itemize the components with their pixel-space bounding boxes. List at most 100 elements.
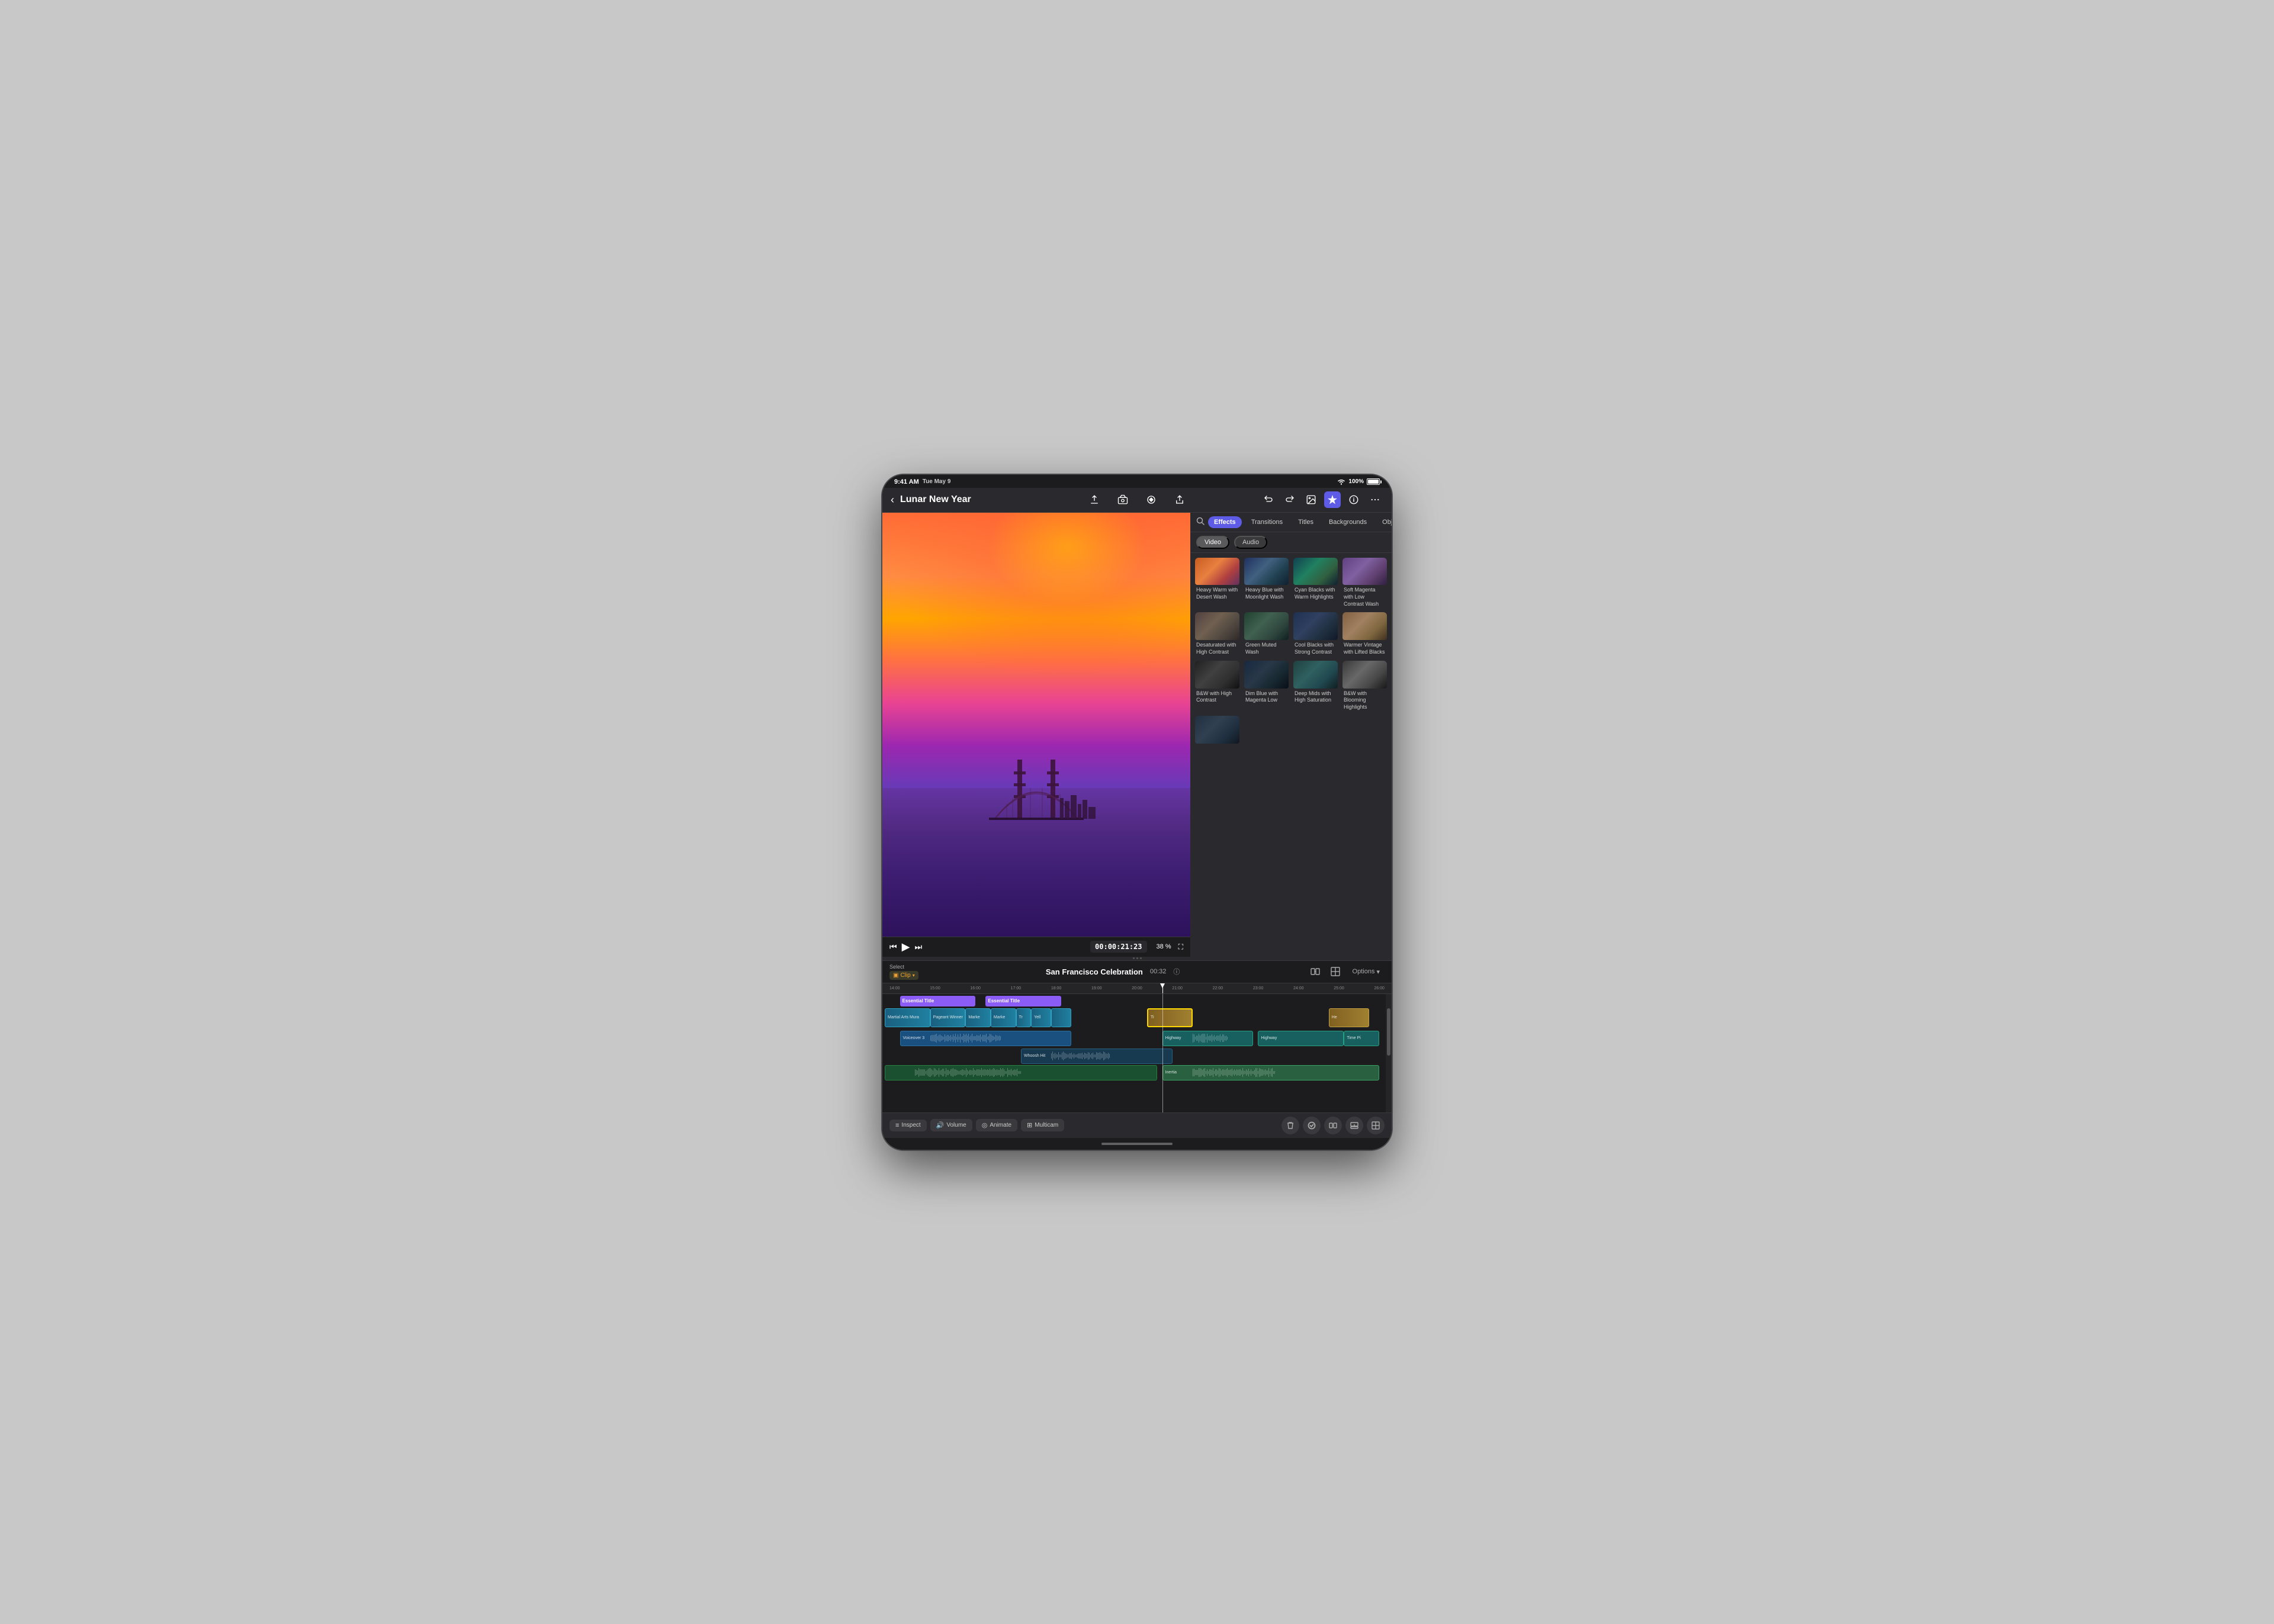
effect-item-5[interactable]: Green Muted Wash <box>1244 612 1289 655</box>
battery-fill <box>1368 480 1379 484</box>
voiceover-button[interactable] <box>1143 491 1160 508</box>
waveform-bar <box>942 1069 943 1077</box>
waveform-bar <box>935 1034 936 1043</box>
effect-thumb-12 <box>1195 716 1239 744</box>
effect-item-2[interactable]: Cyan Blacks with Warm Highlights <box>1293 558 1338 608</box>
home-indicator[interactable] <box>882 1138 1392 1150</box>
effect-thumb-9 <box>1244 661 1289 689</box>
subtab-video[interactable]: Video <box>1196 536 1229 549</box>
share-button[interactable] <box>1171 491 1188 508</box>
inspect-button[interactable]: ≡ Inspect <box>889 1120 927 1131</box>
title-track: Essential Title Essential Title <box>885 995 1389 1007</box>
waveform-bar <box>1265 1069 1266 1076</box>
effect-item-10[interactable]: Deep Mids with High Saturation <box>1293 661 1338 711</box>
video-clip-extra1[interactable] <box>1051 1008 1071 1027</box>
detach-button[interactable] <box>1345 1117 1363 1134</box>
multicam-button[interactable]: ⊞ Multicam <box>1021 1119 1064 1131</box>
volume-button[interactable]: 🔊 Volume <box>930 1119 972 1131</box>
grid-tool-button[interactable] <box>1328 964 1343 979</box>
timepi-clip[interactable]: Time Pi <box>1344 1031 1379 1046</box>
export-button[interactable] <box>1086 491 1103 508</box>
ruler-mark: 25:00 <box>1334 986 1344 991</box>
photos-button[interactable] <box>1303 491 1319 508</box>
ruler-mark: 24:00 <box>1293 986 1304 991</box>
timecode-display: 00:00:21:23 <box>1090 941 1146 953</box>
back-button[interactable]: ‹ <box>891 494 894 506</box>
split-button[interactable] <box>1324 1117 1342 1134</box>
music-clip[interactable] <box>885 1065 1157 1080</box>
undo-button[interactable] <box>1260 491 1277 508</box>
waveform-bar <box>1097 1053 1098 1059</box>
effect-item-6[interactable]: Cool Blacks with Strong Contrast <box>1293 612 1338 655</box>
playhead[interactable] <box>1162 983 1163 993</box>
effects-header: Effects Transitions Titles Backgrounds O… <box>1190 513 1392 532</box>
scrollbar-thumb[interactable] <box>1387 1008 1390 1056</box>
tab-titles[interactable]: Titles <box>1292 516 1319 528</box>
waveform-bar <box>1095 1054 1096 1057</box>
title-clip-2[interactable]: Essential Title <box>985 996 1061 1006</box>
waveform-bar <box>1246 1069 1247 1076</box>
effect-item-7[interactable]: Warmer Vintage with Lifted Blacks <box>1342 612 1387 655</box>
waveform-bar <box>1272 1068 1273 1076</box>
multicam-view-button[interactable] <box>1367 1117 1385 1134</box>
waveform-bar <box>1210 1069 1211 1076</box>
search-button[interactable] <box>1196 517 1205 527</box>
waveform-bar <box>995 1070 996 1075</box>
tab-transitions[interactable]: Transitions <box>1245 516 1289 528</box>
highway-clip-2[interactable]: Highway <box>1258 1031 1344 1046</box>
more-button[interactable] <box>1367 491 1383 508</box>
effect-item-4[interactable]: Desaturated with High Contrast <box>1195 612 1239 655</box>
waveform-bar <box>1072 1054 1073 1058</box>
waveform-bar <box>918 1068 919 1077</box>
inertia-clip[interactable]: Inertia <box>1162 1065 1379 1080</box>
waveform-bar <box>975 1070 976 1075</box>
effect-item-11[interactable]: B&W with Blooming Highlights <box>1342 661 1387 711</box>
voiceover-clip[interactable]: Voiceover 3 <box>900 1031 1072 1046</box>
skip-back-button[interactable]: ⏮ <box>889 942 897 952</box>
video-clip-marke1[interactable]: Marke <box>965 1008 991 1027</box>
waveform-bar <box>1236 1069 1237 1076</box>
scene-tool-button[interactable] <box>1308 964 1323 979</box>
magic-button[interactable] <box>1324 491 1341 508</box>
camera-button[interactable] <box>1114 491 1131 508</box>
video-clip-tr[interactable]: Tr <box>1016 1008 1032 1027</box>
waveform-bar <box>995 1035 996 1042</box>
select-label: Select <box>889 964 918 970</box>
video-clip-marke2[interactable]: Marke <box>991 1008 1016 1027</box>
whoosh-clip[interactable]: Whoosh Hit <box>1021 1049 1173 1064</box>
fullscreen-button[interactable]: ⛶ <box>1178 943 1183 951</box>
video-clip-martial-arts[interactable]: Martial Arts Mura <box>885 1008 930 1027</box>
effect-item-1[interactable]: Heavy Blue with Moonlight Wash <box>1244 558 1289 608</box>
tab-backgrounds[interactable]: Backgrounds <box>1323 516 1373 528</box>
checkmark-button[interactable] <box>1303 1117 1321 1134</box>
highway-clip-1[interactable]: Highway <box>1162 1031 1253 1046</box>
play-button[interactable]: ▶ <box>902 941 910 953</box>
subtab-audio[interactable]: Audio <box>1234 536 1267 549</box>
effect-item-8[interactable]: B&W with High Contrast <box>1195 661 1239 711</box>
video-clip-pageant[interactable]: Pageant Winner <box>930 1008 966 1027</box>
title-clip-1[interactable]: Essential Title <box>900 996 976 1006</box>
effect-item-9[interactable]: Dim Blue with Magenta Low <box>1244 661 1289 711</box>
delete-button[interactable] <box>1281 1117 1299 1134</box>
video-clip-selected[interactable]: Ti <box>1147 1008 1193 1027</box>
effect-item-12[interactable] <box>1195 716 1239 745</box>
redo-button[interactable] <box>1281 491 1298 508</box>
options-button[interactable]: Options ▾ <box>1348 966 1385 977</box>
skip-forward-button[interactable]: ⏭ <box>914 942 922 952</box>
effect-item-0[interactable]: Heavy Warm with Desert Wash <box>1195 558 1239 608</box>
display-info-button[interactable] <box>1345 491 1362 508</box>
effect-label-4: Desaturated with High Contrast <box>1195 642 1239 655</box>
timeline-scrollbar[interactable] <box>1386 994 1392 1112</box>
waveform-bar <box>943 1037 944 1040</box>
waveform-bar <box>999 1070 1000 1075</box>
waveform-bar <box>1223 1069 1224 1076</box>
waveform-bar <box>1209 1069 1210 1075</box>
clip-selector[interactable]: ▣ Clip ▾ <box>889 971 918 980</box>
effect-item-3[interactable]: Soft Magenta with Low Contrast Wash <box>1342 558 1387 608</box>
video-clip-yell[interactable]: Yell <box>1031 1008 1051 1027</box>
timeline-info-button[interactable]: ⓘ <box>1173 967 1180 976</box>
video-clip-he[interactable]: He <box>1329 1008 1369 1027</box>
animate-button[interactable]: ◎ Animate <box>976 1119 1017 1131</box>
tab-effects[interactable]: Effects <box>1208 516 1242 528</box>
tab-objects[interactable]: Objects <box>1376 516 1392 528</box>
